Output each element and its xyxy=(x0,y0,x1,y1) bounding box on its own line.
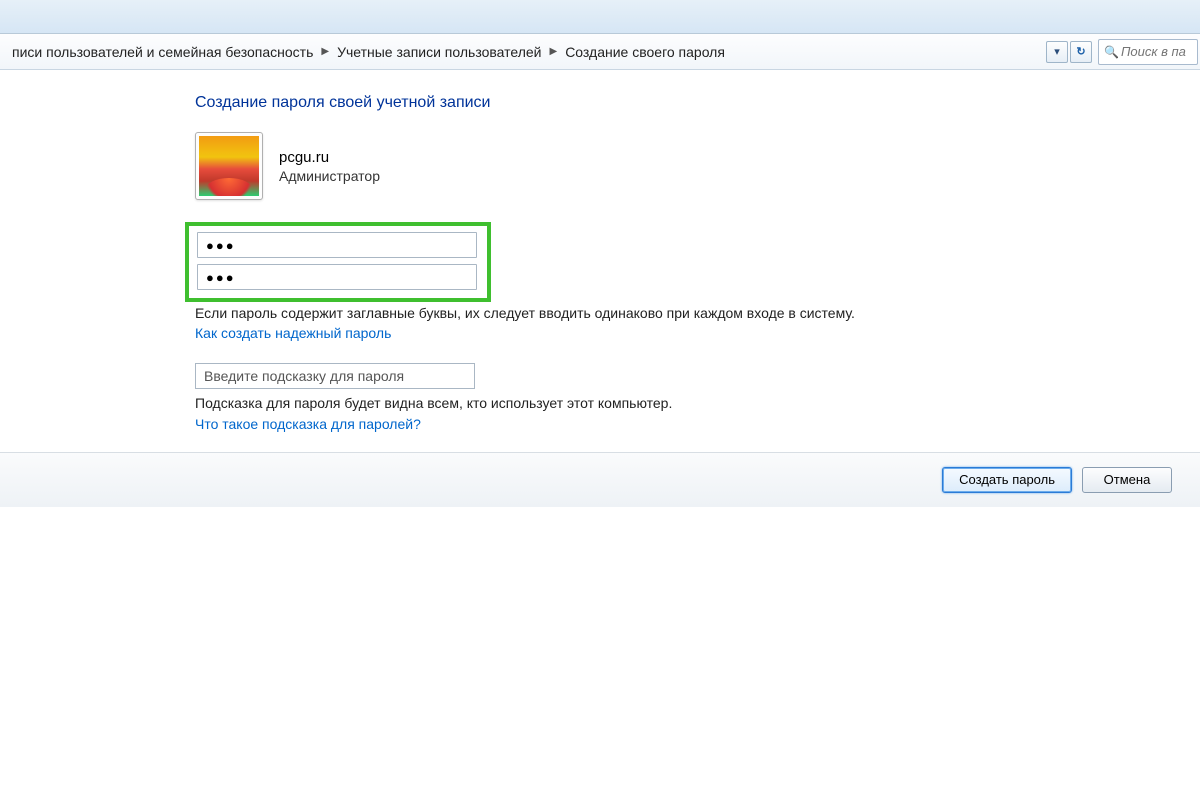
new-password-input[interactable]: ●●● xyxy=(197,232,477,258)
user-block: pcgu.ru Администратор xyxy=(195,132,1160,200)
refresh-icon: ↻ xyxy=(1076,45,1085,58)
user-role: Администратор xyxy=(279,168,380,184)
search-box[interactable]: 🔍 xyxy=(1098,39,1198,65)
dialog-footer: Создать пароль Отмена xyxy=(0,452,1200,507)
avatar-image xyxy=(199,136,259,196)
confirm-password-input[interactable]: ●●● xyxy=(197,264,477,290)
nav-buttons: ▾ ↻ xyxy=(1046,41,1096,63)
password-hint-input[interactable]: Введите подсказку для пароля xyxy=(195,363,475,389)
user-meta: pcgu.ru Администратор xyxy=(279,149,380,184)
password-fields-highlight: ●●● ●●● xyxy=(185,222,491,302)
content-area: Создание пароля своей учетной записи pcg… xyxy=(0,70,1200,800)
caps-note: Если пароль содержит заглавные буквы, их… xyxy=(195,303,1160,323)
chevron-right-icon[interactable]: ▶ xyxy=(321,46,329,57)
page-title: Создание пароля своей учетной записи xyxy=(195,94,1160,112)
window-titlebar[interactable] xyxy=(0,0,1200,34)
breadcrumb-item[interactable]: Учетные записи пользователей xyxy=(337,44,541,60)
chevron-down-icon: ▾ xyxy=(1054,45,1060,58)
breadcrumb-item[interactable]: Создание своего пароля xyxy=(565,44,725,60)
breadcrumb[interactable]: писи пользователей и семейная безопаснос… xyxy=(0,39,1046,65)
control-panel-window: писи пользователей и семейная безопаснос… xyxy=(0,0,1200,800)
address-toolbar: писи пользователей и семейная безопаснос… xyxy=(0,34,1200,70)
breadcrumb-item[interactable]: писи пользователей и семейная безопаснос… xyxy=(12,44,313,60)
avatar xyxy=(195,132,263,200)
cancel-button[interactable]: Отмена xyxy=(1082,467,1172,493)
hint-note: Подсказка для пароля будет видна всем, к… xyxy=(195,393,1160,413)
user-name: pcgu.ru xyxy=(279,149,380,166)
refresh-button[interactable]: ↻ xyxy=(1070,41,1092,63)
chevron-right-icon[interactable]: ▶ xyxy=(549,46,557,57)
search-icon: 🔍 xyxy=(1104,45,1119,59)
create-password-button[interactable]: Создать пароль xyxy=(942,467,1072,493)
dropdown-button[interactable]: ▾ xyxy=(1046,41,1068,63)
link-what-is-hint[interactable]: Что такое подсказка для паролей? xyxy=(195,416,421,432)
link-strong-password[interactable]: Как создать надежный пароль xyxy=(195,325,391,341)
